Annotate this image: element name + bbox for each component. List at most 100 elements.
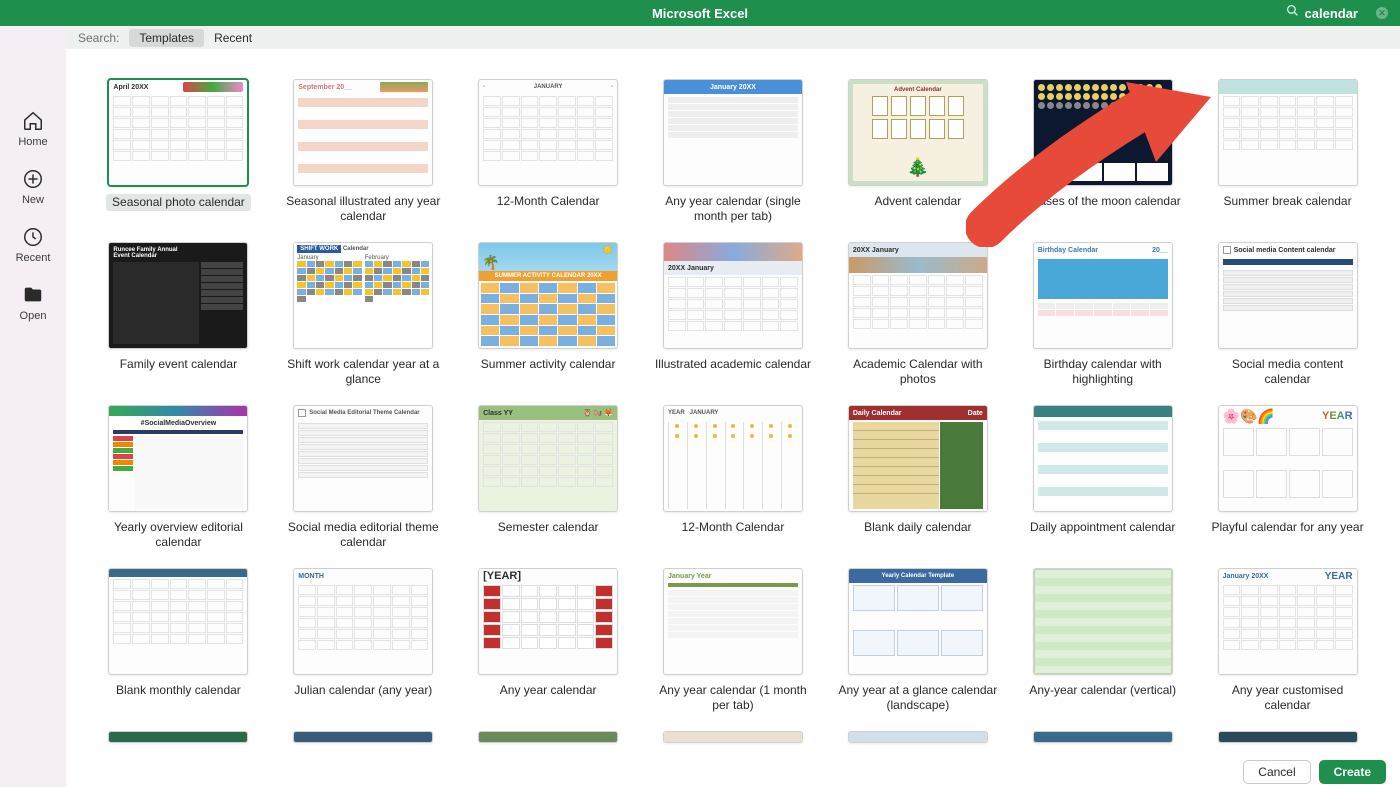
template-label: Playful calendar for any year bbox=[1212, 520, 1364, 535]
titlebar: Microsoft Excel calendar ✕ bbox=[0, 0, 1400, 26]
template-label: Seasonal illustrated any year calendar bbox=[283, 194, 443, 224]
template-card[interactable]: SHIFT WORK CalendarJanuaryFebruaryShift … bbox=[281, 242, 446, 387]
template-card[interactable]: January 20XXYEARAny year customised cale… bbox=[1205, 568, 1370, 713]
template-card[interactable]: Daily CalendarDate Blank daily calendar bbox=[835, 405, 1000, 550]
template-thumbnail: YEAR JANUARY bbox=[663, 405, 803, 512]
template-thumbnail: January 20XXYEAR bbox=[1218, 568, 1358, 675]
template-label: Any year at a glance calendar (landscape… bbox=[838, 683, 998, 713]
sidebar-item-open[interactable]: Open bbox=[20, 284, 47, 322]
template-card[interactable]: Yearly Calendar Template Any year at a gl… bbox=[835, 568, 1000, 713]
template-card[interactable]: Daily appointment calendar bbox=[1020, 405, 1185, 550]
template-card[interactable] bbox=[1205, 731, 1370, 743]
template-thumbnail: September 20__ bbox=[293, 79, 433, 186]
template-card[interactable] bbox=[96, 731, 261, 743]
sidebar-item-new[interactable]: New bbox=[22, 168, 44, 206]
filter-bar: Search: Templates Recent bbox=[66, 26, 1400, 49]
template-label: Any year calendar bbox=[500, 683, 597, 698]
template-thumbnail: April 20XX bbox=[108, 79, 248, 186]
template-label: Yearly overview editorial calendar bbox=[98, 520, 258, 550]
template-card[interactable]: YEAR JANUARY 12-Month Calendar bbox=[651, 405, 816, 550]
template-card[interactable]: Advent Calendar🎄Advent calendar bbox=[835, 79, 1000, 224]
filter-label: Search: bbox=[78, 31, 119, 45]
template-label: Any year calendar (single month per tab) bbox=[653, 194, 813, 224]
template-card[interactable]: January 20XX Any year calendar (single mo… bbox=[651, 79, 816, 224]
template-label: Summer break calendar bbox=[1224, 194, 1352, 209]
template-label: Social media editorial theme calendar bbox=[283, 520, 443, 550]
template-label: Family event calendar bbox=[120, 357, 237, 372]
template-card[interactable] bbox=[281, 731, 446, 743]
template-card[interactable]: Social media Content calendar Social medi… bbox=[1205, 242, 1370, 387]
template-card[interactable]: MONTHJulian calendar (any year) bbox=[281, 568, 446, 713]
template-card[interactable] bbox=[651, 731, 816, 743]
app-title: Microsoft Excel bbox=[652, 6, 748, 21]
template-label: 12-Month Calendar bbox=[682, 520, 785, 535]
template-thumbnail bbox=[1033, 405, 1173, 512]
sidebar-item-label: New bbox=[22, 194, 44, 206]
template-label: Academic Calendar with photos bbox=[838, 357, 998, 387]
template-thumbnail: [YEAR] bbox=[478, 568, 618, 675]
template-card[interactable]: #SocialMediaOverviewYearly overview edit… bbox=[96, 405, 261, 550]
template-card[interactable]: September 20__ Seasonal illustrated any y… bbox=[281, 79, 446, 224]
template-thumbnail: Birthday Calendar20__ bbox=[1033, 242, 1173, 349]
template-label: Blank daily calendar bbox=[864, 520, 971, 535]
template-card[interactable]: Phases of the moon calendar bbox=[1020, 79, 1185, 224]
sidebar-item-label: Home bbox=[18, 136, 47, 148]
template-card[interactable]: Summer break calendar bbox=[1205, 79, 1370, 224]
sidebar-item-home[interactable]: Home bbox=[18, 110, 47, 148]
cancel-button[interactable]: Cancel bbox=[1243, 760, 1310, 784]
template-thumbnail: Yearly Calendar Template bbox=[848, 568, 988, 675]
sidebar-item-recent[interactable]: Recent bbox=[16, 226, 51, 264]
template-thumbnail bbox=[108, 731, 248, 743]
template-thumbnail bbox=[1218, 731, 1358, 743]
template-label: Illustrated academic calendar bbox=[655, 357, 811, 372]
template-card[interactable]: 🌴☀️SUMMER ACTIVITY CALENDAR 20XXSummer a… bbox=[466, 242, 631, 387]
template-card[interactable]: Class YY🦉 🐿️ 🦊 Semester calendar bbox=[466, 405, 631, 550]
template-thumbnail: Runcee Family AnnualEvent Calendar bbox=[108, 242, 248, 349]
template-thumbnail bbox=[663, 731, 803, 743]
search-box[interactable]: calendar bbox=[1286, 4, 1358, 22]
template-thumbnail: ·JANUARY· bbox=[478, 79, 618, 186]
template-card[interactable]: Runcee Family AnnualEvent Calendar Family… bbox=[96, 242, 261, 387]
template-label: Summer activity calendar bbox=[481, 357, 616, 372]
template-card[interactable]: 20XX JanuaryIllustrated academic calenda… bbox=[651, 242, 816, 387]
template-label: Semester calendar bbox=[498, 520, 599, 535]
template-thumbnail: Class YY🦉 🐿️ 🦊 bbox=[478, 405, 618, 512]
template-card[interactable] bbox=[466, 731, 631, 743]
filter-templates[interactable]: Templates bbox=[129, 29, 204, 47]
template-thumbnail: 🌸🎨🌈YEAR bbox=[1218, 405, 1358, 512]
template-card[interactable]: 20XX January Academic Calendar with photo… bbox=[835, 242, 1000, 387]
template-thumbnail: Daily CalendarDate bbox=[848, 405, 988, 512]
template-thumbnail bbox=[478, 731, 618, 743]
template-thumbnail: Advent Calendar🎄 bbox=[848, 79, 988, 186]
template-card[interactable] bbox=[835, 731, 1000, 743]
template-card[interactable]: [YEAR] Any year calendar bbox=[466, 568, 631, 713]
footer: Cancel Create bbox=[66, 757, 1400, 787]
template-card[interactable] bbox=[1020, 731, 1185, 743]
template-thumbnail: 20XX January bbox=[848, 242, 988, 349]
template-thumbnail: January 20XX bbox=[663, 79, 803, 186]
template-thumbnail: Social media Content calendar bbox=[1218, 242, 1358, 349]
sidebar-item-label: Open bbox=[20, 310, 47, 322]
sidebar-item-label: Recent bbox=[16, 252, 51, 264]
template-thumbnail: Social Media Editorial Theme Calendar bbox=[293, 405, 433, 512]
template-card[interactable]: ·JANUARY·12-Month Calendar bbox=[466, 79, 631, 224]
template-label: Julian calendar (any year) bbox=[294, 683, 432, 698]
template-card[interactable]: Birthday Calendar20__Birthday calendar w… bbox=[1020, 242, 1185, 387]
template-thumbnail bbox=[1033, 731, 1173, 743]
template-label: Any-year calendar (vertical) bbox=[1029, 683, 1176, 698]
template-label: Shift work calendar year at a glance bbox=[283, 357, 443, 387]
template-card[interactable]: Blank monthly calendar bbox=[96, 568, 261, 713]
template-card[interactable]: 🌸🎨🌈YEAR Playful calendar for any year bbox=[1205, 405, 1370, 550]
filter-recent[interactable]: Recent bbox=[214, 31, 252, 45]
search-query: calendar bbox=[1305, 6, 1358, 21]
template-card[interactable]: April 20XXSeasonal photo calendar bbox=[96, 79, 261, 224]
template-card[interactable]: January YearAny year calendar (1 month p… bbox=[651, 568, 816, 713]
template-card[interactable]: Social Media Editorial Theme Calendar Soc… bbox=[281, 405, 446, 550]
template-thumbnail bbox=[848, 731, 988, 743]
template-label: Daily appointment calendar bbox=[1030, 520, 1175, 535]
template-card[interactable]: Any-year calendar (vertical) bbox=[1020, 568, 1185, 713]
template-thumbnail bbox=[1218, 79, 1358, 186]
close-icon[interactable]: ✕ bbox=[1376, 7, 1388, 19]
create-button[interactable]: Create bbox=[1319, 760, 1386, 784]
template-label: Social media content calendar bbox=[1208, 357, 1368, 387]
